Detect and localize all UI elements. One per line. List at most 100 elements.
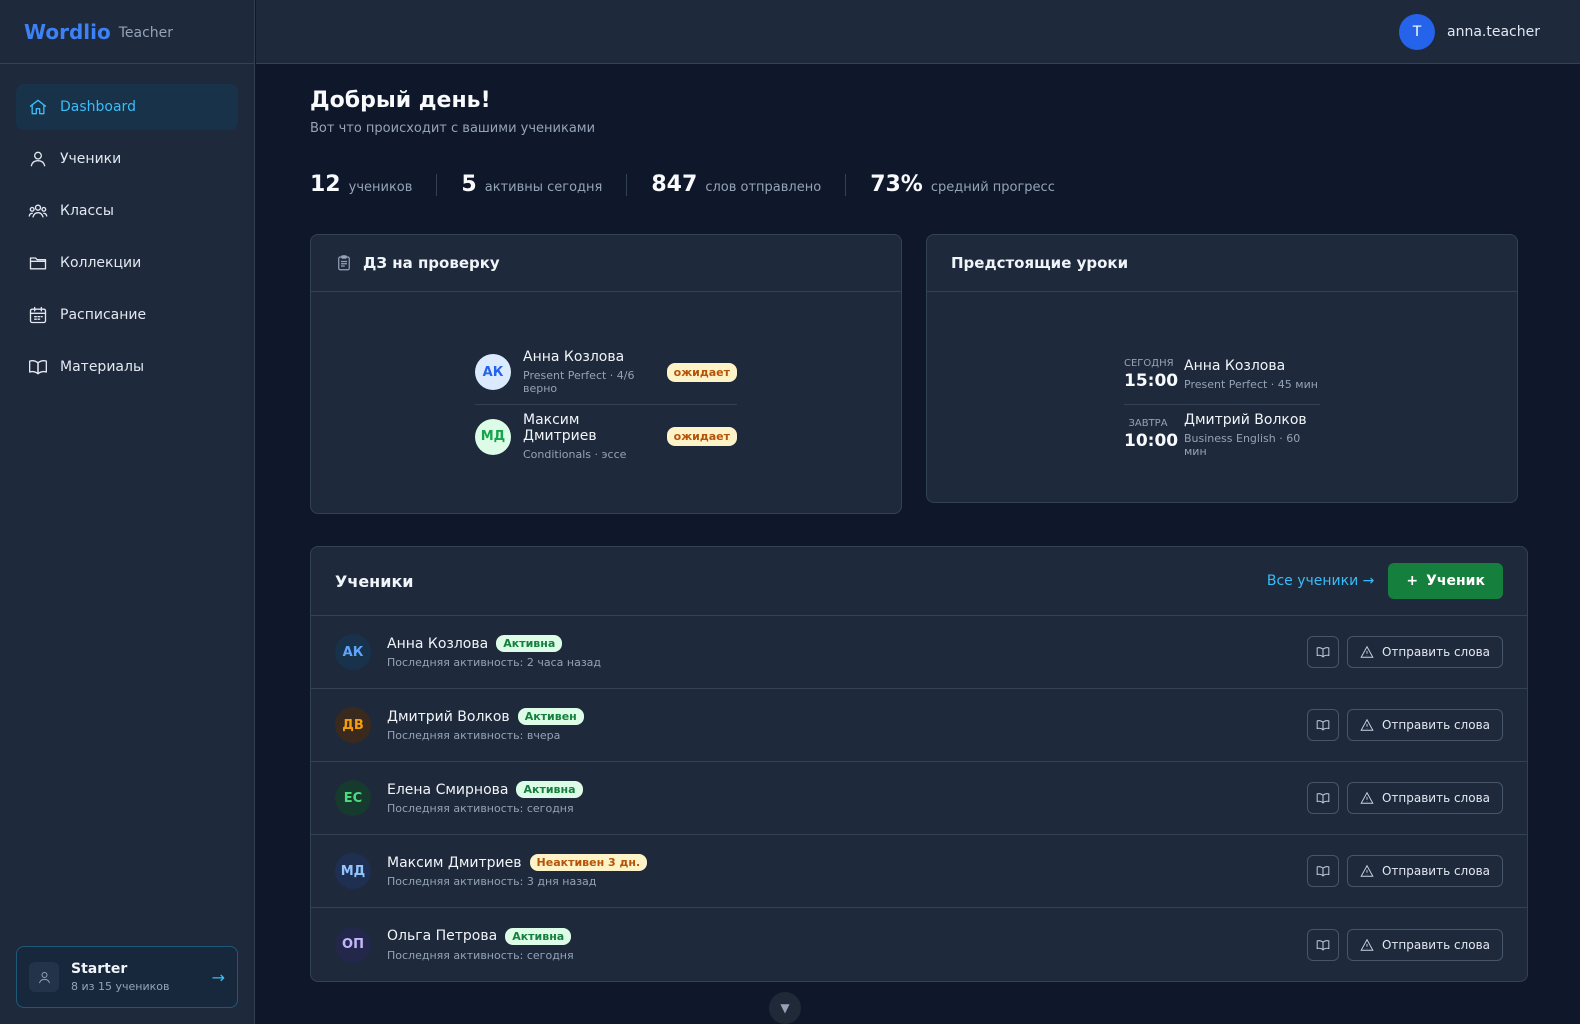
plan-usage: 8 из 15 учеников [71, 980, 170, 993]
table-row[interactable]: ОП Ольга Петрова Активна Последняя активнос… [311, 908, 1527, 981]
avatar: МД [335, 853, 371, 889]
students-card-header: Ученики Все ученики → + Ученик [311, 547, 1527, 616]
plan-icon-box [29, 962, 59, 992]
status-badge: Активна [505, 927, 572, 945]
book-icon [29, 360, 47, 375]
stat-label: активны сегодня [484, 180, 603, 195]
student-name-line: Анна Козлова Активна [387, 635, 1307, 652]
home-icon [29, 99, 47, 115]
sidebar-item-dashboard[interactable]: Dashboard [16, 84, 238, 130]
lesson-item[interactable]: СЕГОДНЯ 15:00 Анна Козлова Present Perfe… [1124, 344, 1320, 404]
send-words-label: Отправить слова [1381, 718, 1490, 732]
user-menu[interactable]: T anna.teacher [1399, 14, 1540, 50]
send-words-label: Отправить слова [1381, 791, 1490, 805]
page-title: Добрый день! [310, 88, 491, 113]
student-info: Анна Козлова Активна Последняя активность:… [387, 635, 1307, 669]
stat-value: 73% [870, 172, 923, 197]
student-name[interactable]: Анна Козлова [387, 636, 488, 652]
book-icon [1316, 939, 1330, 951]
send-words-button[interactable]: Отправить слова [1346, 636, 1503, 668]
brand-name[interactable]: Wordlio [24, 20, 111, 44]
brand[interactable]: Wordlio Teacher [0, 0, 254, 64]
students-list: АК Анна Козлова Активна Последняя активност… [311, 616, 1527, 981]
user-name[interactable]: anna.teacher [1447, 24, 1540, 40]
send-words-label: Отправить слова [1381, 645, 1490, 659]
student-name[interactable]: Ольга Петрова [387, 928, 497, 944]
table-row[interactable]: ЕС Елена Смирнова Активна Последняя активно… [311, 762, 1527, 835]
student-name[interactable]: Максим Дмитриев [387, 855, 522, 871]
homework-card: ДЗ на проверку АК Анна Козлова Present P… [310, 234, 902, 514]
send-words-button[interactable]: Отправить слова [1346, 782, 1503, 814]
open-book-button[interactable] [1306, 855, 1339, 887]
status-badge: Активна [496, 635, 563, 652]
cards-row: ДЗ на проверку АК Анна Козлова Present P… [310, 234, 1528, 514]
avatar: АК [475, 354, 511, 390]
avatar: ДВ [335, 707, 371, 743]
send-icon [1360, 791, 1374, 804]
table-row[interactable]: МД Максим Дмитриев Неактивен 3 дн. Последня… [311, 835, 1527, 908]
sidebar-item-students[interactable]: Ученики [16, 136, 238, 182]
send-words-button[interactable]: Отправить слова [1346, 855, 1503, 887]
brand-role: Teacher [118, 25, 174, 41]
sidebar-item-label: Расписание [60, 307, 147, 323]
sidebar-item-classes[interactable]: Классы [16, 188, 238, 234]
send-icon [1360, 938, 1374, 951]
student-name: Дмитрий Волков [1184, 411, 1307, 428]
lessons-list: СЕГОДНЯ 15:00 Анна Козлова Present Perfe… [1124, 344, 1320, 464]
lesson-time: 10:00 [1124, 431, 1179, 451]
homework-card-title: ДЗ на проверку [363, 254, 500, 272]
students-card-title: Ученики [335, 571, 414, 591]
avatar: ЕС [335, 780, 371, 816]
sidebar-item-schedule[interactable]: Расписание [16, 292, 238, 338]
sidebar-item-label: Материалы [60, 359, 144, 375]
stat-value: 12 [310, 172, 341, 197]
student-name[interactable]: Дмитрий Волков [387, 709, 510, 725]
students-card: Ученики Все ученики → + Ученик АК Анна Ко… [310, 546, 1528, 982]
sidebar-item-label: Dashboard [60, 99, 136, 115]
status-badge: Активен [517, 708, 584, 725]
send-words-button[interactable]: Отправить слова [1346, 928, 1503, 961]
open-book-button[interactable] [1306, 928, 1339, 961]
homework-meta: Conditionals · эссе [523, 448, 627, 461]
avatar: АК [335, 634, 371, 670]
student-name[interactable]: Елена Смирнова [387, 782, 508, 798]
open-book-button[interactable] [1306, 636, 1339, 668]
plan-card[interactable]: Starter 8 из 15 учеников → [16, 946, 238, 1008]
avatar[interactable]: T [1399, 14, 1436, 50]
lesson-item[interactable]: ЗАВТРА 10:00 Дмитрий Волков Business Eng… [1124, 404, 1320, 464]
sidebar-item-label: Классы [60, 203, 114, 219]
stat-label: средний прогресс [930, 180, 1055, 195]
sidebar: Wordlio Teacher Dashboard Ученики Классы… [0, 0, 255, 1024]
homework-item[interactable]: АК Анна Козлова Present Perfect · 4/6 ве… [475, 340, 737, 404]
send-icon [1360, 718, 1374, 731]
table-row[interactable]: АК Анна Козлова Активна Последняя активност… [311, 616, 1527, 689]
stat-progress: 73% средний прогресс [870, 174, 1079, 196]
all-students-link[interactable]: Все ученики → [1267, 573, 1375, 589]
homework-item[interactable]: МД Максим Дмитриев Conditionals · эссе о… [475, 404, 737, 468]
sidebar-item-collections[interactable]: Коллекции [16, 240, 238, 286]
student-info: Дмитрий Волков Активен Последняя активност… [387, 708, 1307, 742]
status-badge: Неактивен 3 дн. [529, 854, 648, 871]
homework-card-header: ДЗ на проверку [311, 235, 901, 292]
chevron-down-icon[interactable]: ▼ [769, 992, 801, 1024]
sidebar-item-label: Ученики [60, 151, 122, 167]
send-words-button[interactable]: Отправить слова [1346, 709, 1503, 741]
arrow-right-icon[interactable]: → [212, 968, 225, 987]
add-student-button[interactable]: + Ученик [1388, 563, 1503, 599]
open-book-button[interactable] [1306, 782, 1339, 814]
open-book-button[interactable] [1306, 709, 1339, 741]
sidebar-item-materials[interactable]: Материалы [16, 344, 238, 390]
lesson-day: СЕГОДНЯ [1124, 357, 1174, 369]
student-name-line: Максим Дмитриев Неактивен 3 дн. [387, 854, 1307, 871]
homework-info: Анна Козлова Present Perfect · 4/6 верно [523, 349, 655, 395]
status-badge: ожидает [666, 427, 737, 446]
sidebar-nav: Dashboard Ученики Классы Коллекции Распи… [0, 64, 254, 416]
last-activity: Последняя активность: 3 дня назад [387, 875, 597, 888]
stat-words: 847 слов отправлено [651, 174, 847, 196]
sidebar-item-label: Коллекции [60, 255, 142, 271]
stats-bar: 12 учеников 5 активны сегодня 847 слов о… [310, 170, 1528, 200]
table-row[interactable]: ДВ Дмитрий Волков Активен Последняя активно… [311, 689, 1527, 762]
last-activity: Последняя активность: сегодня [387, 802, 574, 815]
main-content: Добрый день! Вот что происходит с вашими… [310, 88, 1528, 982]
student-info: Максим Дмитриев Неактивен 3 дн. Последняя … [387, 854, 1307, 888]
